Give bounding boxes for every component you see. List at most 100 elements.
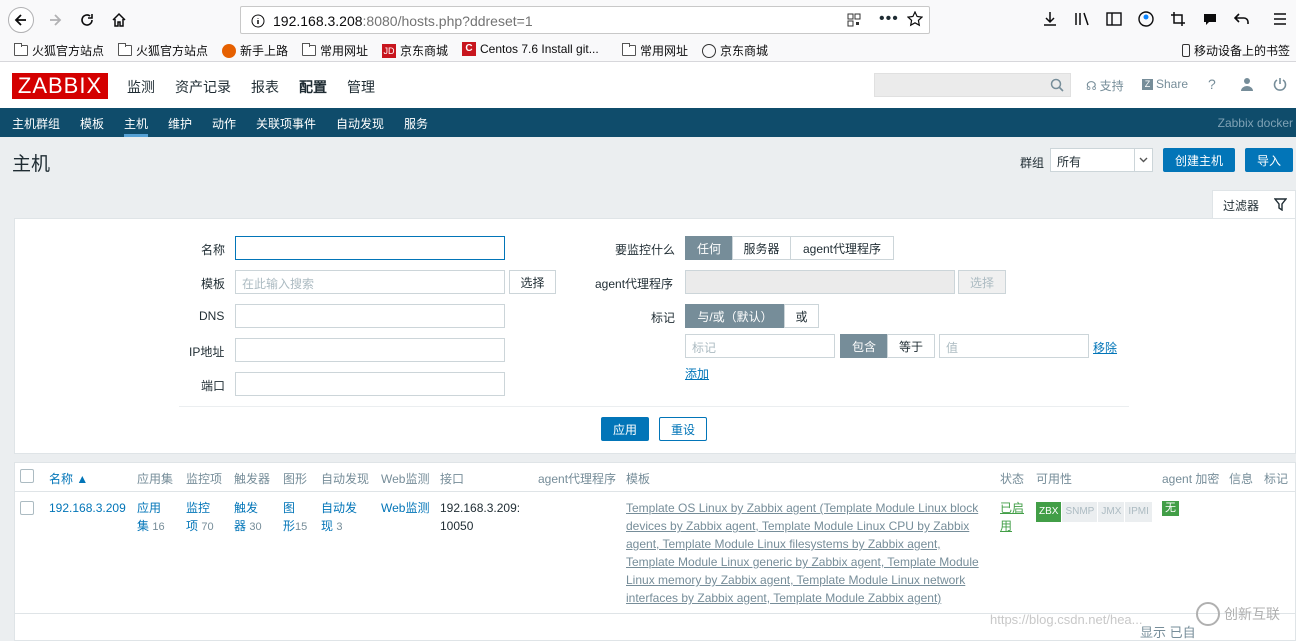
bookmark-item[interactable]: JD 京东商城 [382, 42, 448, 59]
status-link[interactable]: 已启用 [1000, 499, 1024, 535]
subnav-host-groups[interactable]: 主机群组 [12, 115, 60, 132]
col-interface: 接口 [440, 472, 465, 486]
qr-code-icon[interactable] [847, 13, 861, 27]
back-icon[interactable] [8, 7, 34, 33]
search-input[interactable] [874, 73, 1071, 97]
share-icon: Z [1142, 78, 1153, 90]
reload-icon[interactable] [74, 7, 100, 33]
screenshot-icon[interactable] [1170, 11, 1186, 27]
add-tag-link[interactable]: 添加 [685, 365, 709, 382]
dns-input[interactable] [235, 304, 505, 328]
create-host-button[interactable]: 创建主机 [1163, 148, 1235, 172]
menu-administration[interactable]: 管理 [347, 77, 375, 97]
col-status: 状态 [1000, 472, 1025, 486]
filter-tab[interactable]: 过滤器 [1212, 190, 1296, 218]
bookmark-star-icon[interactable] [907, 11, 923, 27]
chat-icon[interactable] [1202, 11, 1218, 27]
more-actions-icon[interactable]: ••• [879, 10, 899, 28]
help-icon[interactable]: ? [1208, 76, 1216, 92]
mobile-bookmarks[interactable]: 移动设备上的书签 [1182, 42, 1290, 59]
web-link[interactable]: Web监测 [381, 499, 429, 517]
import-button[interactable]: 导入 [1245, 148, 1293, 172]
reset-button[interactable]: 重设 [659, 417, 707, 441]
snmp-badge: SNMP [1062, 502, 1098, 522]
zabbix-logo[interactable]: ZABBIX [12, 73, 108, 99]
port-input[interactable] [235, 372, 505, 396]
subnav-actions[interactable]: 动作 [212, 115, 236, 132]
graphs-link[interactable]: 图形15 [283, 499, 307, 536]
share-link[interactable]: Z Share [1142, 77, 1188, 91]
bookmark-item[interactable]: 京东商城 [702, 42, 768, 59]
bookmark-item[interactable]: 新手上路 [222, 42, 288, 59]
address-bar[interactable]: 192.168.3.208:8080/hosts.php?ddreset=1 •… [240, 6, 930, 34]
triggers-link[interactable]: 触发器 30 [234, 499, 262, 536]
tag-input[interactable]: 标记 [685, 334, 835, 358]
sign-out-icon[interactable] [1273, 77, 1287, 91]
tag-and-or-button[interactable]: 与/或（默认） [685, 304, 785, 328]
user-profile-icon[interactable] [1240, 77, 1254, 91]
library-icon[interactable] [1074, 11, 1092, 27]
url-text: 192.168.3.208:8080/hosts.php?ddreset=1 [273, 13, 533, 29]
tag-contains-button[interactable]: 包含 [840, 334, 888, 358]
bookmark-item[interactable]: 常用网址 [622, 42, 688, 59]
subnav-discovery[interactable]: 自动发现 [336, 115, 384, 132]
group-select[interactable]: 所有 [1050, 148, 1153, 172]
menu-reports[interactable]: 报表 [251, 77, 279, 97]
items-link[interactable]: 监控项 70 [186, 499, 214, 536]
template-select-button[interactable]: 选择 [509, 270, 556, 294]
col-templates: 模板 [626, 472, 651, 486]
templates-list[interactable]: Template OS Linux by Zabbix agent (Templ… [626, 499, 991, 607]
bookmark-item[interactable]: C Centos 7.6 Install git... [462, 42, 599, 56]
monitor-proxy-button[interactable]: agent代理程序 [790, 236, 894, 260]
sidebar-icon[interactable] [1106, 11, 1122, 27]
subnav-services[interactable]: 服务 [404, 115, 428, 132]
account-icon[interactable] [1138, 11, 1154, 27]
folder-icon [14, 43, 28, 56]
applications-link[interactable]: 应用集 16 [137, 499, 165, 536]
menu-monitoring[interactable]: 监测 [127, 77, 155, 97]
phone-icon [1182, 44, 1190, 57]
tag-or-button[interactable]: 或 [784, 304, 819, 328]
info-icon[interactable] [251, 14, 265, 28]
col-info: 信息 [1229, 472, 1254, 486]
subnav-templates[interactable]: 模板 [80, 115, 104, 132]
monitor-label: 要监控什么 [615, 243, 676, 257]
brand-watermark: 创新互联 [1196, 602, 1280, 626]
menu-configuration[interactable]: 配置 [299, 77, 327, 97]
monitor-any-button[interactable]: 任何 [685, 236, 733, 260]
subnav-maintenance[interactable]: 维护 [168, 115, 192, 132]
host-name-link[interactable]: 192.168.3.209 [49, 499, 126, 517]
interface-text: 192.168.3.209: 10050 [440, 501, 521, 533]
remove-tag-link[interactable]: 移除 [1093, 339, 1117, 356]
template-search-input[interactable]: 在此输入搜索 [235, 270, 505, 294]
bookmark-item[interactable]: 火狐官方站点 [118, 42, 208, 59]
bookmark-item[interactable]: 常用网址 [302, 42, 368, 59]
bookmark-item[interactable]: 火狐官方站点 [14, 42, 104, 59]
discovery-link[interactable]: 自动发现 3 [321, 499, 357, 536]
folder-icon [622, 43, 636, 56]
encryption-badge: 无 [1162, 501, 1179, 516]
home-icon[interactable] [106, 7, 132, 33]
tag-value-input[interactable]: 值 [939, 334, 1089, 358]
ip-input[interactable] [235, 338, 505, 362]
apply-button[interactable]: 应用 [601, 417, 649, 441]
support-link[interactable]: ☊ 支持 [1086, 77, 1124, 94]
col-graphs: 图形 [283, 472, 308, 486]
undo-icon[interactable] [1234, 11, 1250, 27]
subnav-hosts[interactable]: 主机 [124, 115, 149, 137]
menu-icon[interactable] [1272, 11, 1288, 27]
subnav-event-correlation[interactable]: 关联项事件 [256, 115, 316, 132]
download-icon[interactable] [1042, 11, 1058, 27]
forward-icon[interactable] [42, 7, 68, 33]
folder-icon [118, 43, 132, 56]
select-all-checkbox[interactable] [20, 469, 34, 483]
search-icon[interactable] [1050, 78, 1064, 92]
col-discovery: 自动发现 [321, 472, 370, 486]
col-name[interactable]: 名称 ▲ [49, 470, 88, 487]
menu-inventory[interactable]: 资产记录 [175, 77, 231, 97]
tag-equals-button[interactable]: 等于 [887, 334, 935, 358]
row-checkbox[interactable] [20, 501, 34, 515]
monitor-server-button[interactable]: 服务器 [732, 236, 791, 260]
col-encryption: agent 加密 [1162, 472, 1220, 486]
name-input[interactable] [235, 236, 505, 260]
